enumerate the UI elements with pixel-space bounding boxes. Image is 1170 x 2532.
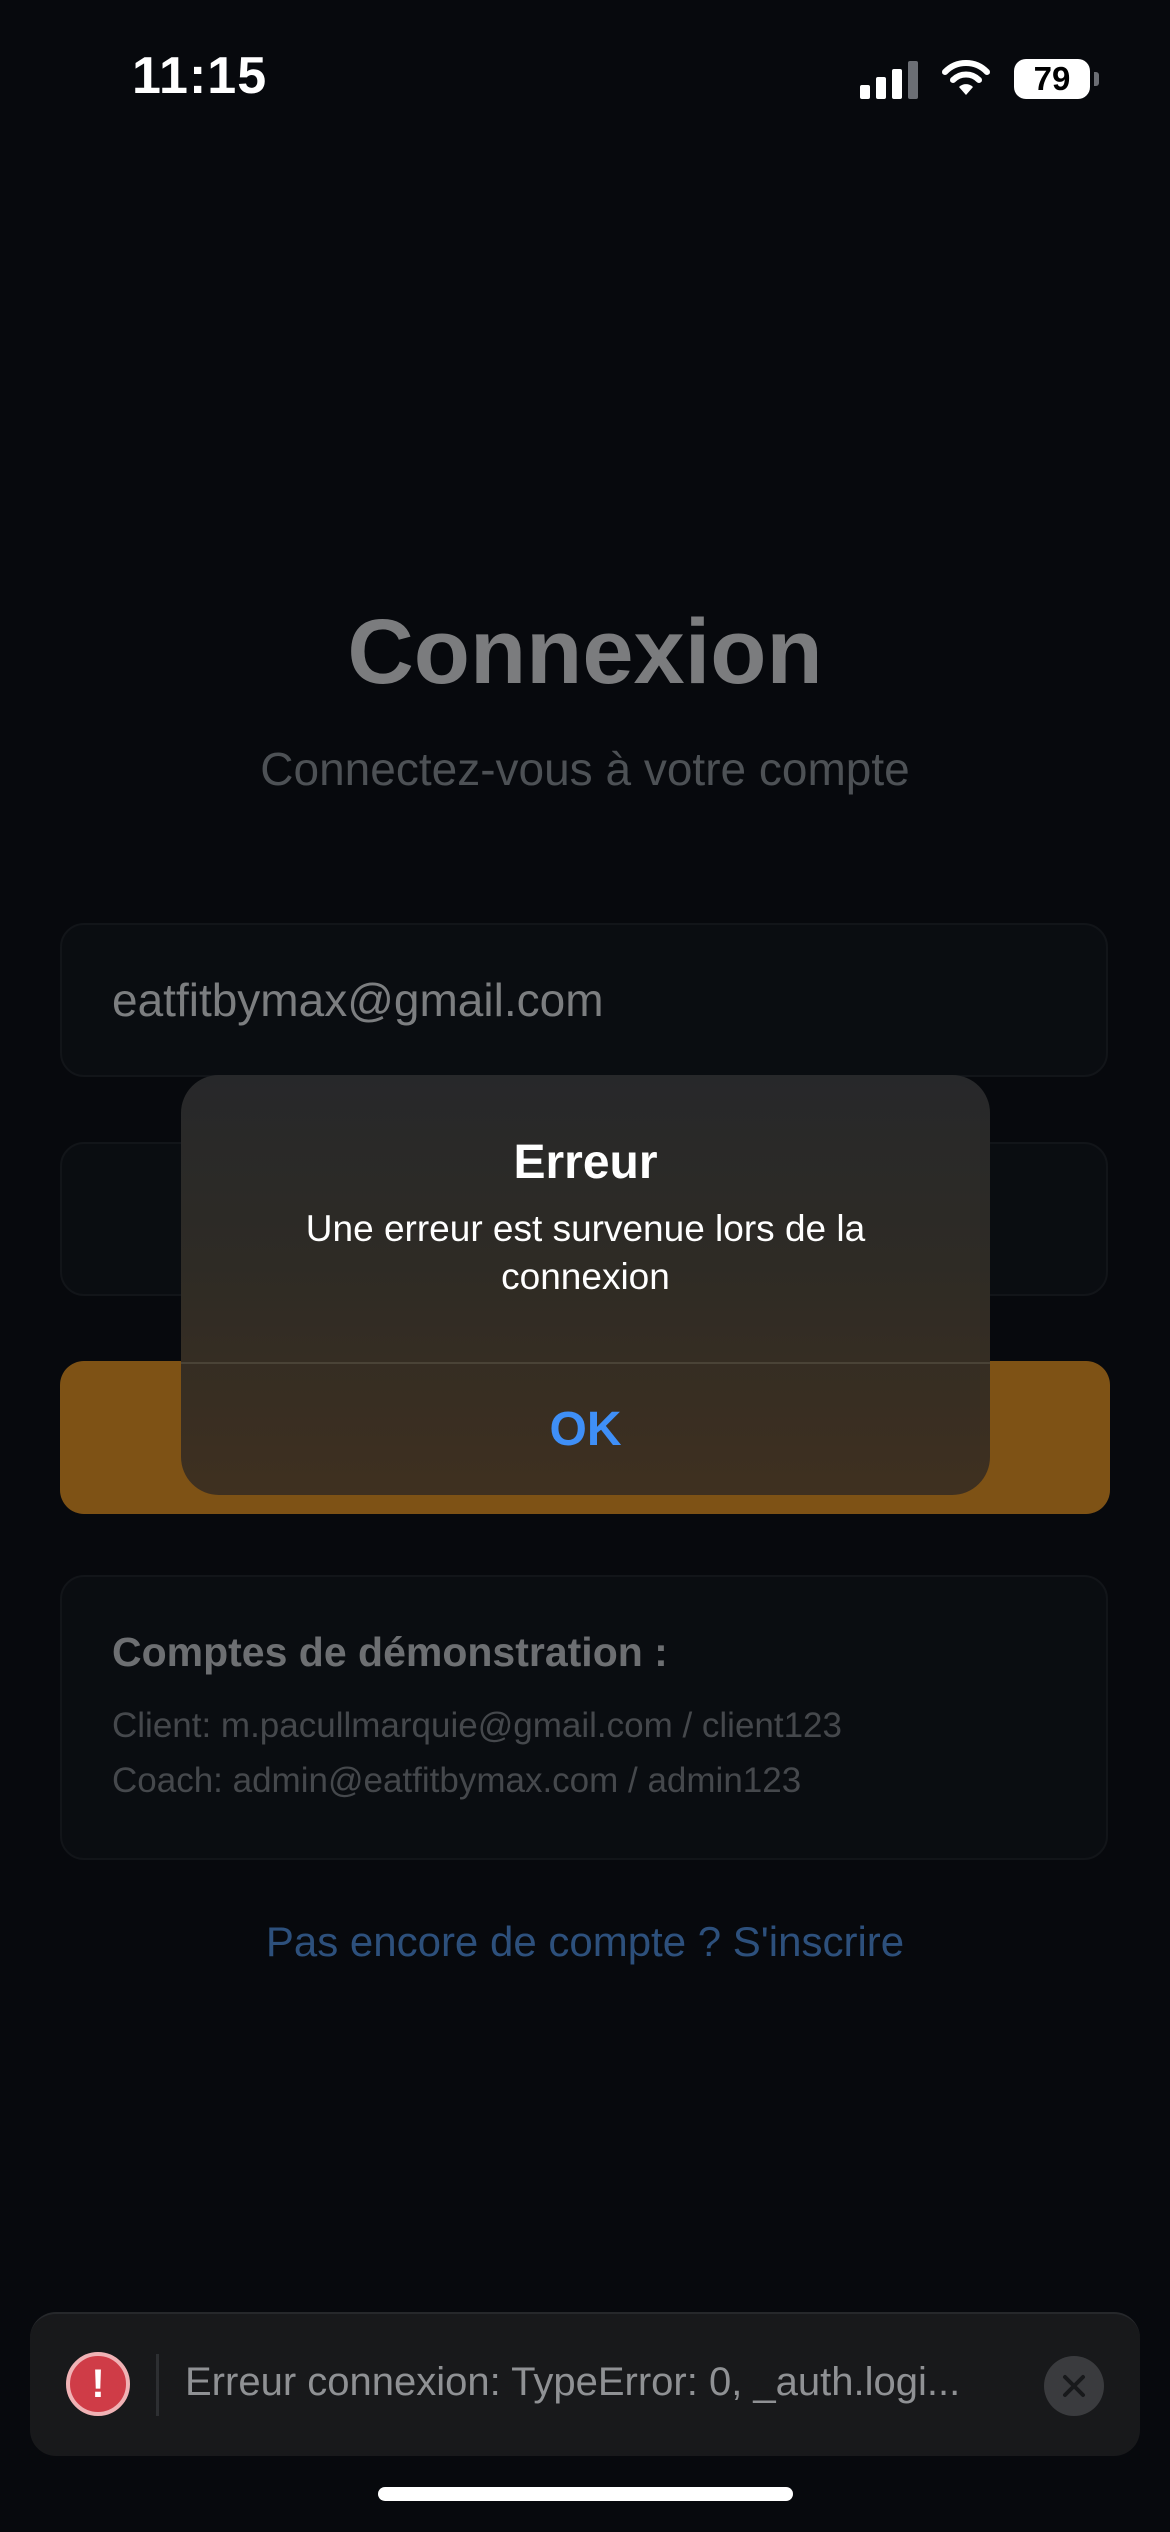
- status-icons: 79: [860, 54, 1099, 104]
- signup-link[interactable]: Pas encore de compte ? S'inscrire: [0, 1918, 1170, 1966]
- battery-level: 79: [1033, 60, 1071, 97]
- status-time: 11:15: [132, 47, 268, 105]
- home-indicator[interactable]: [378, 2487, 793, 2501]
- page-subtitle: Connectez-vous à votre compte: [260, 743, 910, 795]
- email-field[interactable]: eatfitbymax@gmail.com: [60, 923, 1108, 1077]
- demo-accounts-title: Comptes de démonstration :: [112, 1629, 668, 1675]
- error-toast[interactable]: ! Erreur connexion: TypeError: 0, _auth.…: [30, 2312, 1140, 2456]
- cellular-signal-icon: [860, 59, 918, 99]
- demo-client-account: Client: m.pacullmarquie@gmail.com / clie…: [112, 1706, 842, 1745]
- toast-separator: [156, 2354, 159, 2416]
- alert-ok-button[interactable]: OK: [181, 1364, 990, 1495]
- page-title: Connexion: [347, 601, 823, 703]
- demo-coach-account: Coach: admin@eatfitbymax.com / admin123: [112, 1761, 802, 1800]
- battery-icon: 79: [1014, 59, 1099, 99]
- alert-message: Une erreur est survenue lors de la conne…: [305, 1208, 866, 1297]
- close-glyph: [1063, 2375, 1085, 2397]
- close-icon[interactable]: [1044, 2356, 1104, 2416]
- toast-message: Erreur connexion: TypeError: 0, _auth.lo…: [185, 2360, 961, 2404]
- wifi-icon: [942, 60, 990, 95]
- alert-title: Erreur: [513, 1136, 658, 1189]
- error-icon: !: [66, 2352, 130, 2416]
- error-alert-dialog: Erreur Une erreur est survenue lors de l…: [181, 1075, 990, 1495]
- email-field-value: eatfitbymax@gmail.com: [112, 974, 604, 1026]
- demo-accounts-card: Comptes de démonstration : Client: m.pac…: [60, 1575, 1108, 1860]
